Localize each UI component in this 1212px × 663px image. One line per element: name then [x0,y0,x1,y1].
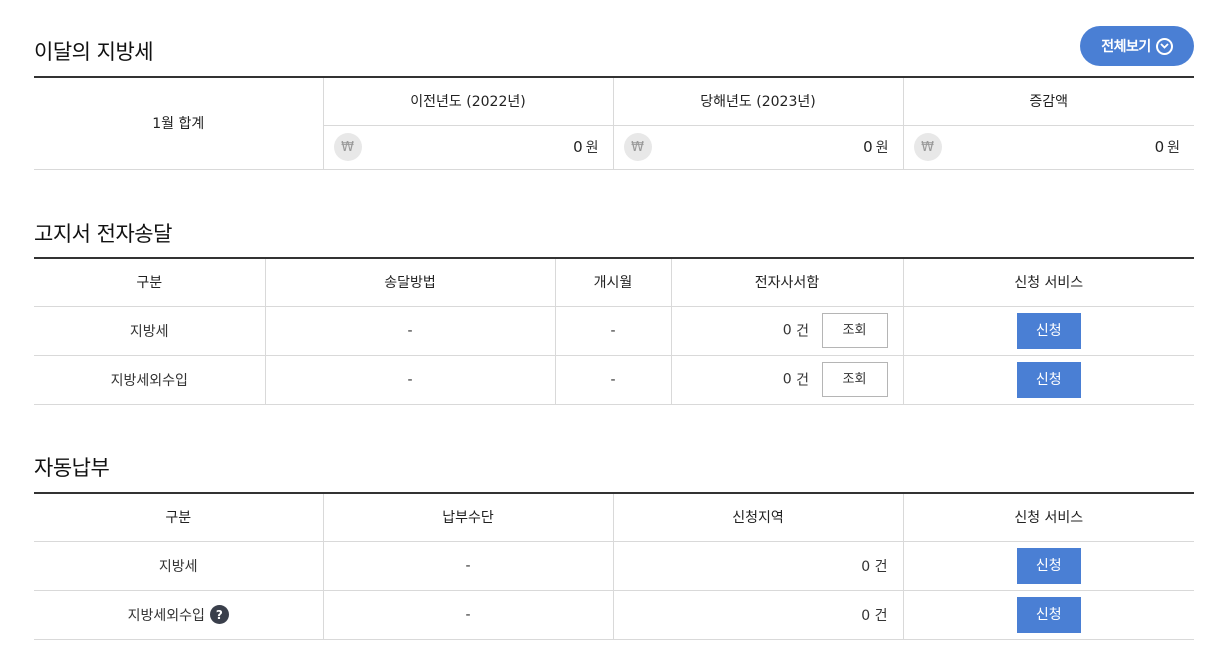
table-row: 지방세 - 0 건 신청 [34,541,1194,591]
local-tax-section: 이달의 지방세 전체보기 1월 합계 이전년도 (2022년) 당해년도 (20… [34,0,1194,175]
row-start: - [554,355,671,405]
apply-button[interactable]: 신청 [1016,547,1081,584]
question-icon[interactable]: ? [209,605,229,624]
month-total-label: 1월 합계 [34,76,323,170]
autopay-col-category: 구분 [34,492,323,542]
curr-year-header: 당해년도 (2023년) [612,76,903,126]
row-service: 신청 [902,355,1194,405]
mailbox-count: 0 [782,322,792,339]
local-tax-title: 이달의 지방세 [34,40,154,64]
row-means: - [322,541,613,591]
table-row: 지방세외수입 - - 0 건 조회 신청 [34,355,1194,405]
autopay-title: 자동납부 [34,456,110,480]
row-service: 신청 [902,590,1194,640]
prev-year-amount: 0 [573,138,583,156]
apply-button[interactable]: 신청 [1016,312,1081,349]
count-unit: 건 [874,607,888,624]
row-service: 신청 [902,306,1194,356]
table-row: 지방세외수입? - 0 건 신청 [34,590,1194,640]
autopay-col-service: 신청 서비스 [902,492,1194,542]
notice-col-service: 신청 서비스 [902,257,1194,307]
amount-unit: 원 [585,140,599,156]
autopay-col-region: 신청지역 [612,492,903,542]
row-start: - [554,306,671,356]
count-unit: 건 [796,372,810,389]
autopay-table: 구분 납부수단 신청지역 신청 서비스 지방세 - 0 건 신청 지방세외수입?… [34,492,1194,640]
notice-col-method: 송달방법 [264,257,555,307]
prev-year-amount-cell: ₩ 0원 [322,125,613,170]
notice-table: 구분 송달방법 개시월 전자사서함 신청 서비스 지방세 - - 0 건 조회 … [34,257,1194,405]
row-category: 지방세외수입 [34,355,265,405]
notice-col-category: 구분 [34,257,265,307]
notice-section: 고지서 전자송달 구분 송달방법 개시월 전자사서함 신청 서비스 지방세 - … [34,214,1194,409]
prev-year-header: 이전년도 (2022년) [322,76,613,126]
autopay-col-means: 납부수단 [322,492,613,542]
change-header: 증감액 [902,76,1194,126]
local-tax-table: 1월 합계 이전년도 (2022년) 당해년도 (2023년) 증감액 ₩ 0원… [34,76,1194,170]
autopay-section: 자동납부 구분 납부수단 신청지역 신청 서비스 지방세 - 0 건 신청 지방… [34,450,1194,645]
row-region: 0 건 [612,541,903,591]
row-means: - [322,590,613,640]
change-amount-cell: ₩ 0원 [902,125,1194,170]
count-unit: 건 [874,558,888,575]
won-icon: ₩ [333,133,362,161]
region-count: 0 [861,558,871,575]
row-mailbox: 0 건 조회 [670,306,903,356]
count-unit: 건 [796,323,810,340]
row-service: 신청 [902,541,1194,591]
row-mailbox: 0 건 조회 [670,355,903,405]
curr-year-amount-cell: ₩ 0원 [612,125,903,170]
view-all-button[interactable]: 전체보기 [1080,26,1194,66]
table-row: 지방세 - - 0 건 조회 신청 [34,306,1194,356]
amount-unit: 원 [875,140,889,156]
row-category: 지방세 [34,541,323,591]
view-all-label: 전체보기 [1101,39,1151,55]
row-category-label: 지방세외수입 [127,607,205,624]
won-icon: ₩ [623,133,652,161]
won-icon: ₩ [913,133,942,161]
chevron-down-circle-icon [1155,37,1173,55]
notice-col-start: 개시월 [554,257,671,307]
query-button[interactable]: 조회 [821,362,888,397]
row-region: 0 건 [612,590,903,640]
row-category: 지방세 [34,306,265,356]
change-amount: 0 [1154,138,1165,156]
amount-unit: 원 [1167,140,1180,156]
curr-year-amount: 0 [863,138,873,156]
row-category: 지방세외수입? [34,590,323,640]
apply-button[interactable]: 신청 [1016,596,1081,633]
query-button[interactable]: 조회 [821,313,888,348]
notice-title: 고지서 전자송달 [34,222,172,246]
region-count: 0 [861,607,871,624]
notice-col-mailbox: 전자사서함 [670,257,903,307]
mailbox-count: 0 [782,371,792,388]
row-method: - [264,355,555,405]
row-method: - [264,306,555,356]
apply-button[interactable]: 신청 [1016,361,1081,398]
